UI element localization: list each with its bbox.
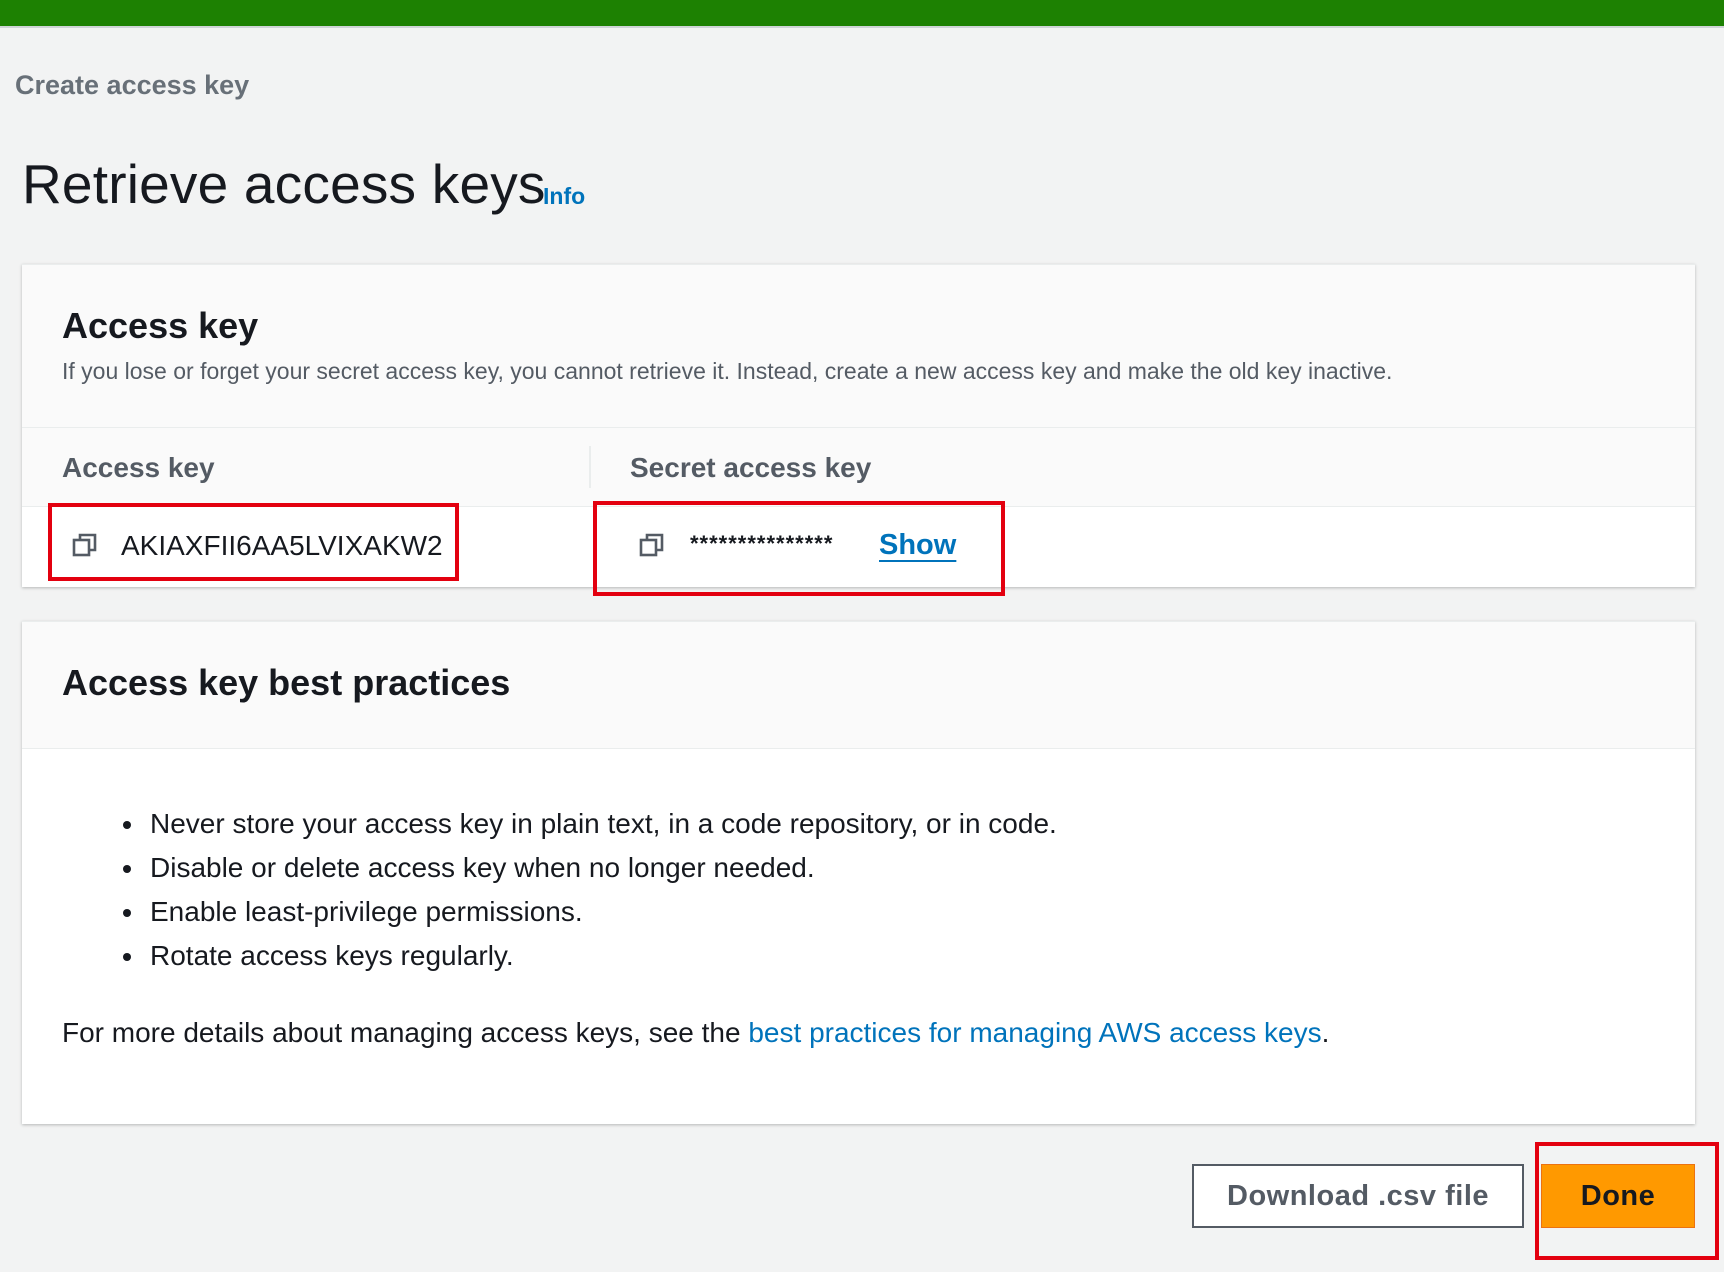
best-practices-panel-header: Access key best practices: [22, 622, 1695, 749]
access-key-value: AKIAXFII6AA5LVIXAKW2: [121, 530, 443, 561]
column-header-access-key: Access key: [62, 452, 215, 483]
access-key-panel: Access key If you lose or forget your se…: [22, 264, 1695, 587]
access-key-heading: Access key: [62, 305, 259, 346]
info-link[interactable]: Info: [543, 183, 585, 210]
key-columns-header: Access key Secret access key: [22, 428, 1695, 507]
column-header-secret-access-key: Secret access key: [630, 452, 872, 483]
done-button[interactable]: Done: [1541, 1164, 1695, 1228]
column-divider: [589, 446, 591, 488]
best-practices-list: Never store your access key in plain tex…: [108, 802, 1057, 978]
secret-key-masked-value: ***************: [690, 531, 834, 556]
list-item: Never store your access key in plain tex…: [146, 802, 1057, 846]
best-practices-link[interactable]: best practices for managing AWS access k…: [748, 1017, 1321, 1048]
more-details-suffix: .: [1321, 1017, 1330, 1048]
download-csv-button[interactable]: Download .csv file: [1192, 1164, 1524, 1228]
list-item: Disable or delete access key when no lon…: [146, 846, 1057, 890]
list-item: Rotate access keys regularly.: [146, 934, 1057, 978]
show-secret-link[interactable]: Show: [879, 529, 956, 562]
page-title: Retrieve access keys: [22, 153, 546, 215]
best-practices-more-details: For more details about managing access k…: [62, 1017, 1329, 1049]
access-key-description: If you lose or forget your secret access…: [62, 358, 1393, 384]
copy-icon[interactable]: [72, 532, 98, 558]
list-item: Enable least-privilege permissions.: [146, 890, 1057, 934]
best-practices-heading: Access key best practices: [62, 662, 511, 703]
top-status-bar: [0, 0, 1724, 28]
more-details-prefix: For more details about managing access k…: [62, 1017, 749, 1048]
breadcrumb[interactable]: Create access key: [15, 70, 249, 101]
copy-icon[interactable]: [639, 532, 665, 558]
best-practices-panel: Access key best practices Never store yo…: [22, 621, 1695, 1124]
access-key-panel-header: Access key If you lose or forget your se…: [22, 265, 1695, 428]
